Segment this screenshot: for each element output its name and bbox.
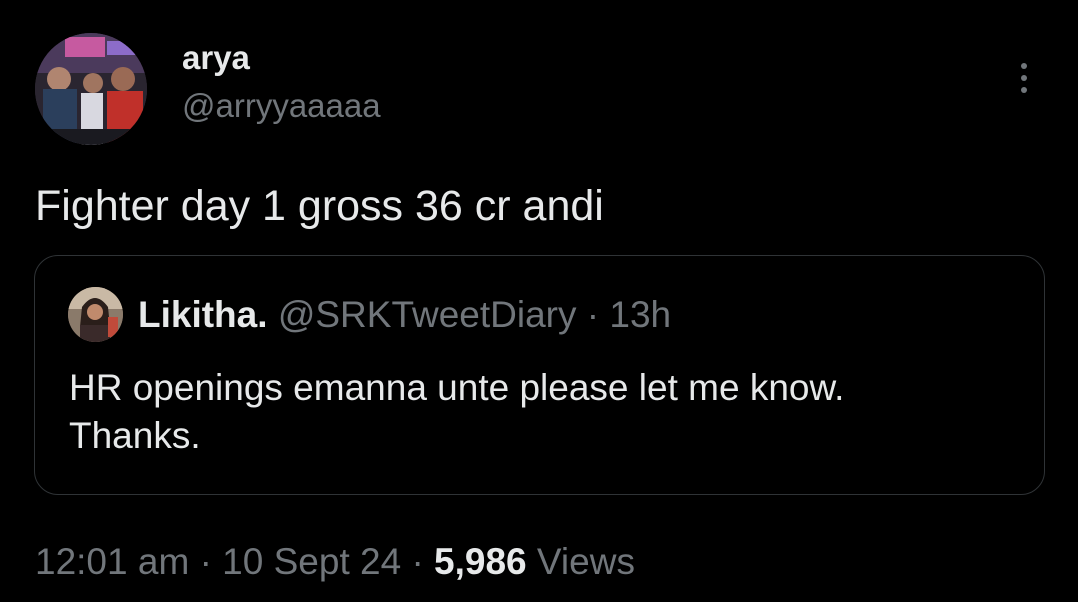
quoted-author-avatar[interactable] (68, 287, 123, 342)
separator-dot: · (199, 541, 212, 582)
quoted-author-handle[interactable]: @SRKTweetDiary (278, 294, 577, 335)
separator-dot: · (411, 541, 424, 582)
quoted-tweet-text: HR openings emanna unte please let me kn… (69, 364, 1009, 460)
quoted-author-name[interactable]: Likitha. (138, 294, 268, 335)
views-count[interactable]: 5,986 (434, 541, 527, 582)
quoted-tweet-time[interactable]: 13h (609, 294, 671, 335)
quoted-tweet-text-line: HR openings emanna unte please let me kn… (69, 367, 845, 408)
author-name[interactable]: arya (182, 38, 250, 78)
tweet-date[interactable]: 10 Sept 24 (222, 541, 401, 582)
vertical-ellipsis-icon (1021, 75, 1027, 81)
tweet: arya @arryyaaaaa Fighter day 1 gross 36 … (0, 0, 1078, 602)
vertical-ellipsis-icon (1021, 87, 1027, 93)
views-label[interactable]: Views (537, 541, 635, 582)
quoted-tweet-card[interactable]: Likitha. @SRKTweetDiary · 13h HR opening… (34, 255, 1045, 495)
quoted-tweet-header: Likitha. @SRKTweetDiary · 13h (138, 293, 671, 337)
author-handle[interactable]: @arryyaaaaa (182, 86, 381, 126)
more-options-button[interactable] (1004, 54, 1044, 102)
tweet-timestamp[interactable]: 12:01 am (35, 541, 189, 582)
tweet-text: Fighter day 1 gross 36 cr andi (35, 182, 604, 230)
tweet-meta: 12:01 am · 10 Sept 24 · 5,986 Views (35, 540, 635, 584)
author-avatar[interactable] (35, 33, 147, 145)
vertical-ellipsis-icon (1021, 63, 1027, 69)
separator-dot: · (586, 294, 600, 335)
quoted-tweet-text-line: Thanks. (69, 415, 201, 456)
